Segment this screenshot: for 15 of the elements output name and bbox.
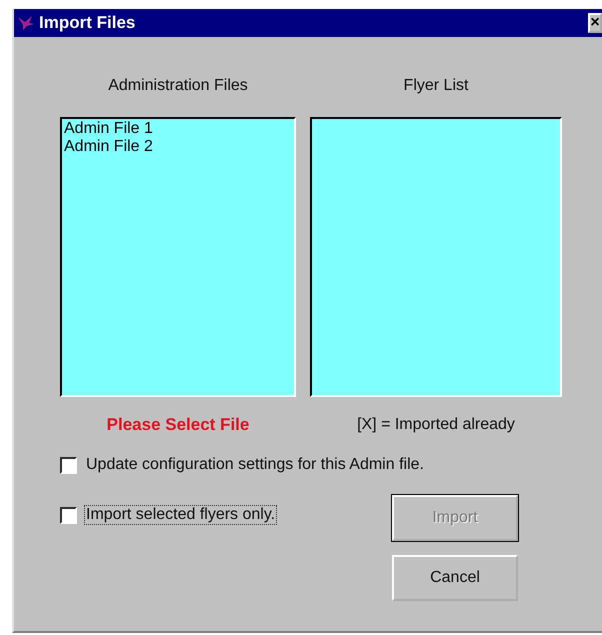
status-message: Please Select File bbox=[106, 415, 250, 435]
checkbox-label[interactable]: Import selected flyers only. bbox=[84, 505, 278, 525]
window-title: Import Files bbox=[39, 13, 136, 33]
list-item[interactable]: Admin File 1 bbox=[64, 120, 153, 138]
list-heading: Administration Files bbox=[108, 77, 248, 95]
checkbox-label[interactable]: Update configuration settings for this Admin file. bbox=[84, 455, 426, 475]
cancel-button[interactable]: Cancel bbox=[392, 555, 518, 601]
list-item[interactable]: Admin File 2 bbox=[64, 138, 153, 156]
close-button[interactable]: × bbox=[588, 13, 602, 33]
list-heading: Flyer List bbox=[404, 77, 468, 95]
checkbox[interactable] bbox=[60, 506, 77, 524]
list-box[interactable]: Admin File 1 Admin File 2 bbox=[60, 117, 296, 397]
checkbox[interactable] bbox=[60, 456, 77, 474]
bird-icon bbox=[17, 15, 35, 31]
legend-text: [X] = Imported already bbox=[356, 416, 516, 434]
